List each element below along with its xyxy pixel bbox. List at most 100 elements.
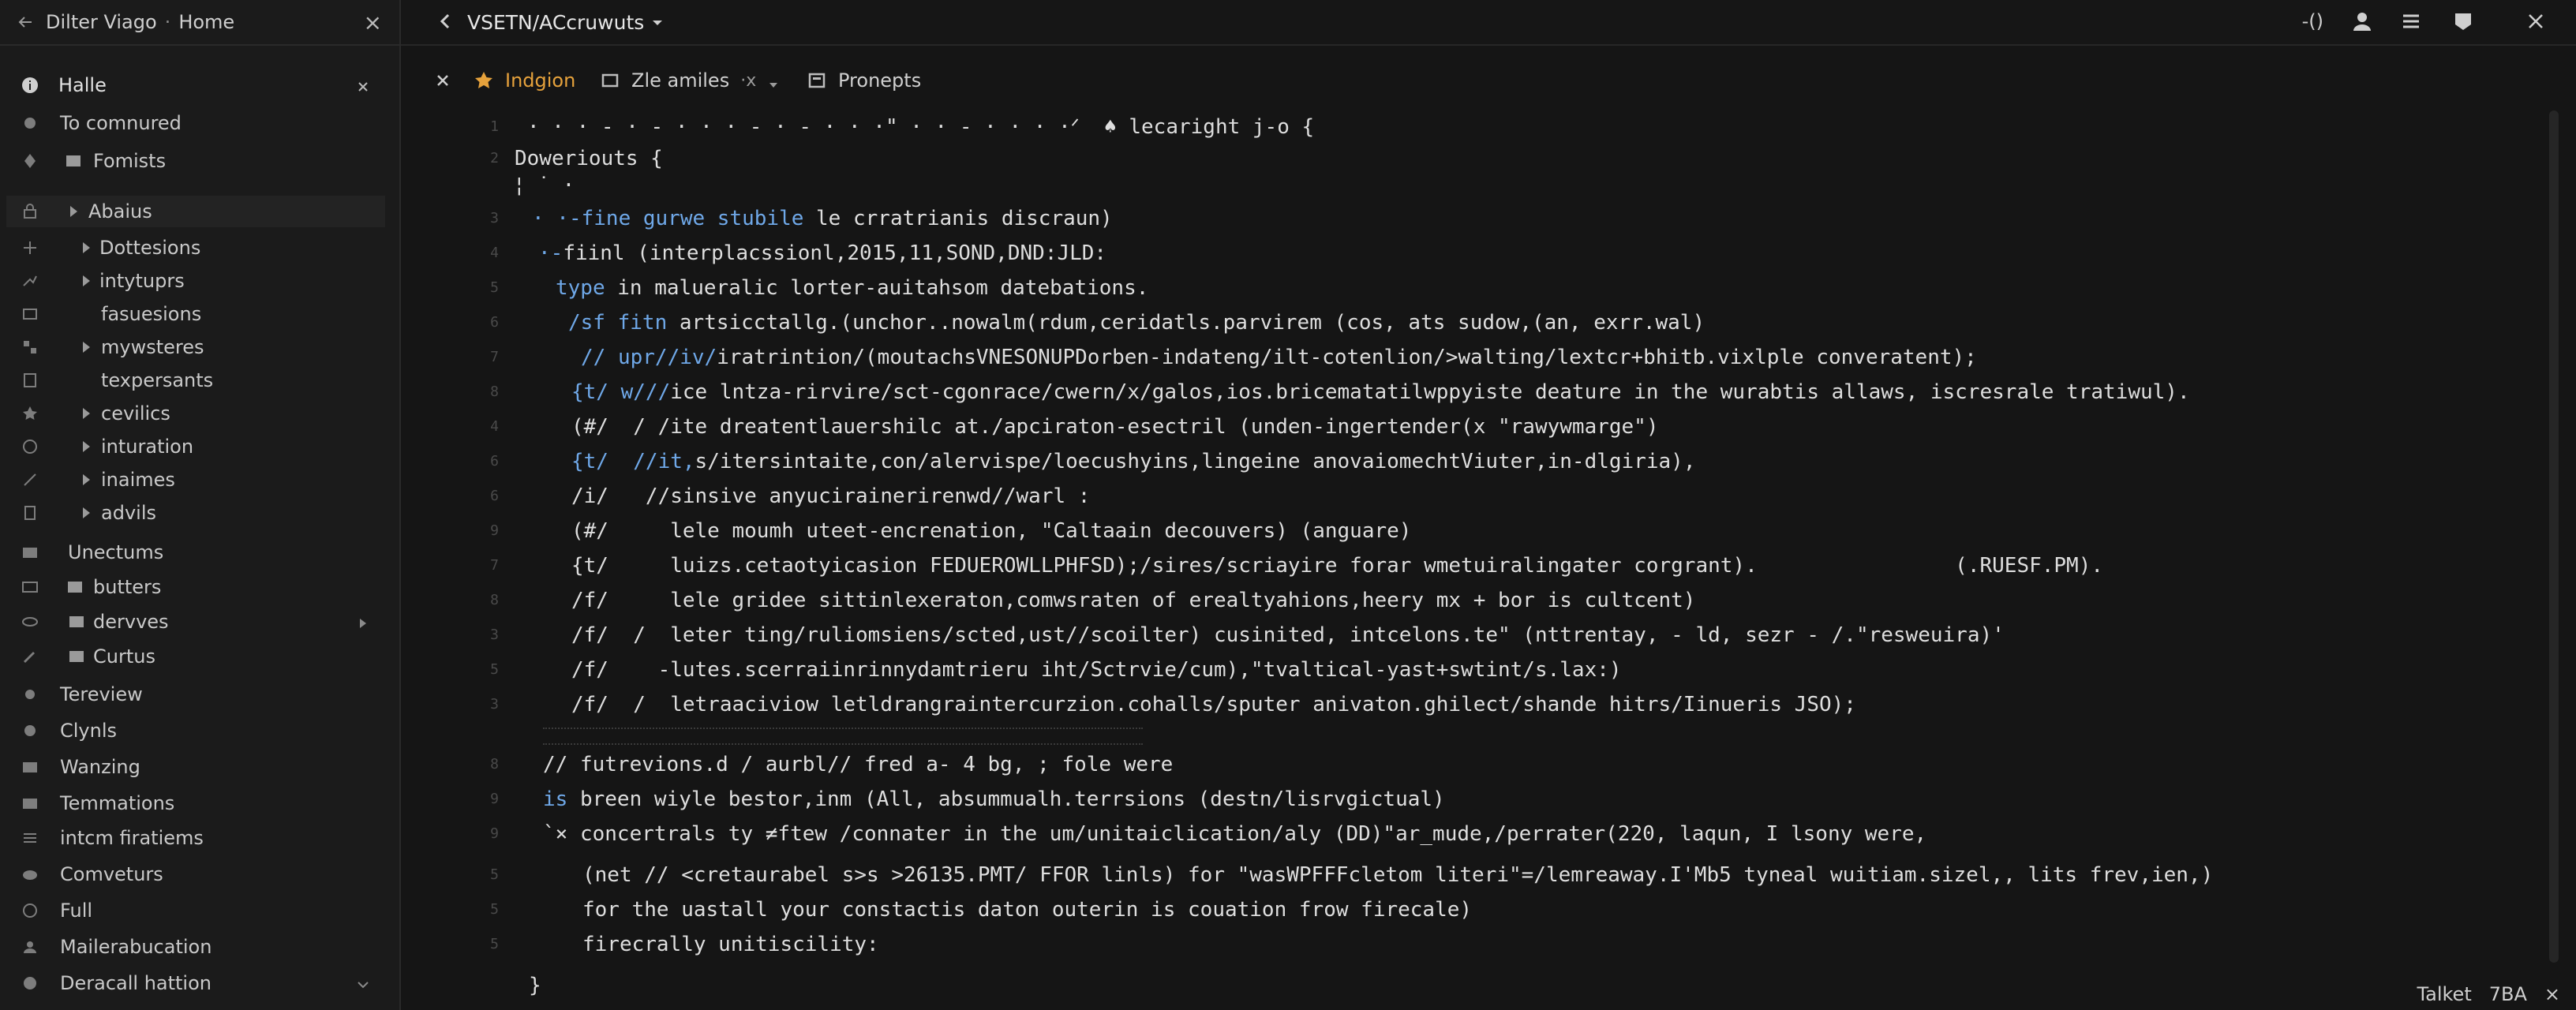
settings-icon (21, 685, 39, 704)
folder-icon (68, 613, 85, 630)
tab-suffix: ·x (740, 70, 757, 91)
sidebar-item-inaimes[interactable]: inaimes (0, 464, 387, 496)
code-content: (#/ / /ite dreatentlauershilc at./apcira… (571, 415, 1659, 439)
code-text: // futrevions.d / aurbl// fred a- 4 bg, … (543, 753, 1173, 776)
line-number: 6 (490, 488, 499, 504)
sidebar-item-dottesions[interactable]: Dottesions (0, 232, 387, 264)
sidebar-item-label: Full (60, 900, 93, 922)
sidebar-item-halle[interactable]: Halle (0, 69, 387, 101)
sidebar-item-label: Mailerabucation (60, 936, 212, 958)
tab-indgion[interactable]: Indgion (474, 65, 575, 96)
eye-icon (21, 612, 39, 631)
line-number: 8 (490, 592, 499, 608)
user-icon (21, 937, 39, 956)
chevron-left-icon[interactable] (436, 11, 456, 32)
sidebar-item-wanzing[interactable]: Wanzing (0, 751, 387, 783)
close-icon[interactable]: × (364, 9, 382, 36)
sidebar-item-deracall-hattion[interactable]: Deracall hattion (0, 967, 387, 999)
code-content: fiinl (interplacssionl,2015,11,SOND,DND:… (563, 241, 1107, 265)
line-number: 7 (490, 349, 499, 365)
sidebar-item-label: To comnured (60, 112, 182, 134)
shield-icon[interactable] (2451, 9, 2475, 33)
bookmark-icon (21, 371, 39, 390)
sidebar-item-advils[interactable]: advils (0, 497, 387, 529)
code-text: is breen wiyle bestor,inm (All, absummua… (543, 787, 1445, 811)
arrow-left-icon[interactable] (17, 13, 35, 31)
close-icon[interactable] (355, 77, 371, 93)
sidebar-item-texpersants[interactable]: texpersants (0, 365, 387, 396)
code-content: s/itersintaite,con/alervispe/loecushyins… (695, 450, 1696, 473)
chevron-right-icon[interactable] (77, 272, 95, 290)
sidebar-item-mailerabucation[interactable]: Mailerabucation (0, 931, 387, 963)
chevron-right-icon[interactable] (77, 504, 95, 522)
tab-zle-amiles[interactable]: Zle amiles ·x (600, 65, 780, 96)
sidebar-item-curtus[interactable]: Curtus (0, 641, 387, 672)
code-line: 9 is breen wiyle bestor,inm (All, absummu… (401, 787, 2532, 816)
code-line: } (401, 974, 2532, 1002)
chevron-right-icon[interactable] (65, 203, 82, 220)
sidebar-item-abaius[interactable]: Abaius (6, 196, 385, 227)
sidebar-item-to-comnured[interactable]: To comnured (0, 107, 387, 139)
code-content: in malueralic lorter-auitahsom datebatio… (605, 276, 1149, 300)
chevron-right-icon[interactable] (77, 339, 95, 356)
sidebar-item-label: intytuprs (99, 270, 185, 292)
chevron-right-icon[interactable] (77, 239, 95, 256)
line-number: 5 (490, 661, 499, 678)
sidebar-item-butters[interactable]: butters (0, 571, 387, 603)
code-content: // futrevions.d / aurbl// fred a- 4 bg, … (543, 753, 1174, 776)
code-line: 3 · ·-fine gurwe stubile le crratrianis d… (401, 207, 2532, 235)
code-line: 5 type in malueralic lorter-auitahsom dat… (401, 276, 2532, 305)
sidebar-item-unectums[interactable]: Unectums (0, 537, 387, 568)
code-line: 7 // upr//iv/iratrintion/(moutachsVNESONU… (401, 346, 2532, 374)
sidebar-item-inturation[interactable]: inturation (0, 431, 387, 462)
terminal-icon (807, 70, 827, 91)
chevron-right-icon[interactable] (77, 405, 95, 422)
code-content: artsicctallg.(unchor..nowalm(rdum,cerida… (667, 311, 1705, 335)
sidebar-item-label: fasuesions (101, 303, 202, 325)
sidebar-item-cevilics[interactable]: cevilics (0, 398, 387, 429)
chevron-down-icon[interactable] (767, 74, 780, 88)
code-content: {t/ luizs.cetaotyicasion FEDUEROWLLPHFSD… (571, 554, 2104, 578)
sidebar-item-temmations[interactable]: Temmations (0, 787, 387, 819)
clock-icon (21, 437, 39, 456)
code-line: 9 `× concertrals ty ≠ftew /connater in th… (401, 822, 2532, 851)
code-content: for the uastall your constactis daton ou… (582, 898, 1473, 922)
editor-scrollbar[interactable] (2549, 110, 2559, 963)
sidebar-item-mywsteres[interactable]: mywsteres (0, 331, 387, 363)
code-text: (net // <cretaurabel s>s >26135.PMT/ FFO… (582, 863, 2213, 887)
sidebar-item-label: Abaius (88, 200, 152, 223)
code-line: 8 {t/ w///ice lntza-rirvire/sct-cgonrace/… (401, 380, 2532, 409)
user-icon[interactable] (2350, 9, 2374, 33)
code-line: 5 (net // <cretaurabel s>s >26135.PMT/ FF… (401, 863, 2532, 892)
sidebar-item-label: texpersants (101, 369, 214, 391)
chevron-down-icon[interactable] (649, 14, 666, 32)
code-editor[interactable]: 1 · · · - · - · · · - · - · · ·" · · - · … (401, 115, 2576, 997)
close-icon[interactable]: × (2544, 983, 2560, 1005)
folder-icon (21, 794, 39, 813)
sidebar-item-intytuprs[interactable]: intytuprs (0, 265, 387, 297)
sidebar-item-dervves[interactable]: dervves (0, 606, 387, 638)
sidebar-item-label: Comveturs (60, 863, 163, 885)
sidebar-item-intcm-firatiems[interactable]: intcm firatiems (0, 822, 387, 854)
sidebar-item-clynls[interactable]: Clynls (0, 715, 387, 746)
sidebar-item-fomists[interactable]: Fomists (0, 145, 387, 177)
chevron-right-icon[interactable] (77, 438, 95, 455)
chevron-down-icon[interactable] (355, 975, 371, 991)
code-text: · ·-fine gurwe stubile le crratrianis di… (532, 207, 1113, 230)
sidebar-item-tereview[interactable]: Tereview (0, 679, 387, 710)
chevron-right-icon[interactable] (355, 614, 371, 630)
info-icon (21, 76, 39, 95)
code-text: {t/ luizs.cetaotyicasion FEDUEROWLLPHFSD… (571, 554, 2103, 578)
sidebar-item-full[interactable]: Full (0, 895, 387, 926)
menu-icon[interactable] (2399, 9, 2423, 33)
code-content: iratrintion/(moutachsVNESONUPDorben-inda… (717, 346, 1977, 369)
tab-pronepts[interactable]: Pronepts (807, 65, 921, 96)
chevron-right-icon[interactable] (77, 471, 95, 488)
sidebar-item-comveturs[interactable]: Comveturs (0, 858, 387, 890)
line-number: 3 (490, 627, 499, 643)
close-icon[interactable] (2524, 9, 2548, 33)
close-tab-icon[interactable] (434, 65, 451, 96)
code-text: (#/ / /ite dreatentlauershilc at./apcira… (571, 415, 1659, 439)
sidebar-item-fasuesions[interactable]: fasuesions (0, 298, 387, 330)
sidebar-section[interactable]: Home (178, 11, 234, 33)
